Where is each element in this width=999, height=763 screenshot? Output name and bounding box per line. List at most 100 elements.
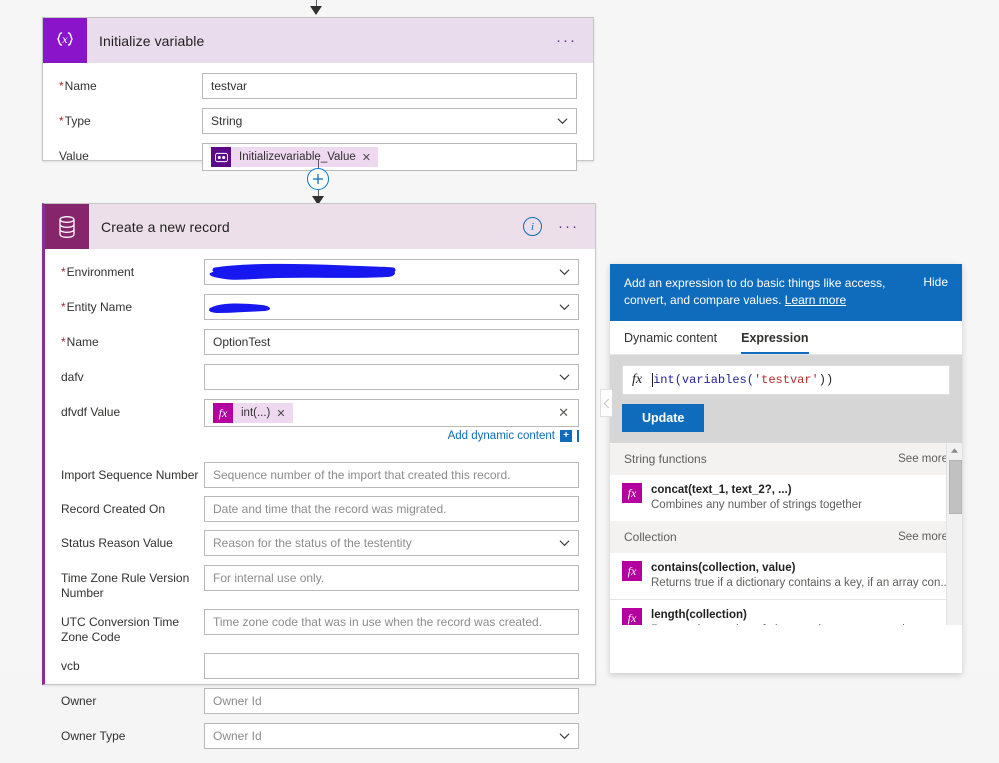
placeholder-text: Owner Id <box>213 729 262 743</box>
add-dynamic-content-link[interactable]: Add dynamic content + <box>204 430 579 442</box>
expression-input[interactable]: fx int(variables('testvar')) <box>622 365 950 395</box>
card-create-a-new-record[interactable]: Create a new record i ··· *Environment *… <box>42 203 596 749</box>
required-asterisk: * <box>61 335 66 349</box>
placeholder-text: Time zone code that was in use when the … <box>213 615 543 629</box>
chevron-down-icon[interactable] <box>557 116 568 127</box>
variable-braces-icon: x <box>43 18 87 63</box>
token-label: int(...) <box>241 407 271 419</box>
more-options-icon[interactable]: ··· <box>556 33 577 48</box>
card-header-actions: ··· <box>556 33 593 48</box>
field-row-record-name: *Name OptionTest <box>61 329 579 355</box>
record-created-on-input[interactable]: Date and time that the record was migrat… <box>204 496 579 522</box>
card-initialize-variable[interactable]: x Initialize variable ··· *Name testvar … <box>42 17 594 171</box>
value-input[interactable]: Initializevariable_Value ✕ <box>202 143 577 171</box>
expression-panel-tabs: Dynamic content Expression <box>610 321 962 355</box>
card-header: Create a new record i ··· <box>45 204 595 249</box>
function-item[interactable]: fx concat(text_1, text_2?, ...) Combines… <box>610 475 962 521</box>
token-remove-icon[interactable]: ✕ <box>276 407 292 420</box>
record-name-input[interactable]: OptionTest <box>204 329 579 355</box>
clear-field-icon[interactable]: ✕ <box>558 405 569 421</box>
card-body: *Environment *Entity Name *Name OptionTe… <box>45 249 595 763</box>
hide-banner-button[interactable]: Hide <box>923 275 948 309</box>
add-step-button[interactable] <box>307 168 329 190</box>
function-list: String functions See more fx concat(text… <box>610 443 962 625</box>
field-wrap: Initializevariable_Value ✕ <box>202 143 577 171</box>
field-row-owner: Owner Owner Id <box>61 688 579 714</box>
more-options-icon[interactable]: ··· <box>558 219 579 234</box>
redaction-mark <box>207 298 277 321</box>
field-label: *Name <box>61 335 99 349</box>
fx-icon: fx <box>213 403 233 423</box>
fx-icon: fx <box>622 561 642 581</box>
field-row-dfvdf-value: dfvdf Value fx int(...) ✕ ✕ Add dynamic … <box>61 399 579 442</box>
chevron-down-icon[interactable] <box>559 372 570 383</box>
arrow-head-icon <box>310 6 322 15</box>
utc-conversion-time-zone-code-input[interactable]: Time zone code that was in use when the … <box>204 609 579 635</box>
name-input[interactable]: testvar <box>202 73 577 99</box>
scrollbar-thumb[interactable] <box>949 460 962 514</box>
field-wrap: testvar <box>202 73 577 99</box>
chevron-down-icon[interactable] <box>559 538 570 549</box>
status-reason-value-select[interactable]: Reason for the status of the testentity <box>204 530 579 556</box>
expression-info-banner: Add an expression to do basic things lik… <box>610 264 962 321</box>
field-row-name: *Name testvar <box>59 73 577 99</box>
type-select[interactable]: String <box>202 108 577 134</box>
vcb-input[interactable] <box>204 653 579 679</box>
function-list-scrollbar[interactable] <box>946 443 962 625</box>
field-label: *Entity Name <box>61 300 133 314</box>
fx-icon: fx <box>632 372 643 387</box>
group-name: Collection <box>624 530 677 544</box>
owner-type-select[interactable]: Owner Id <box>204 723 579 749</box>
expression-token[interactable]: fx int(...) ✕ <box>213 403 293 423</box>
see-more-link[interactable]: See more <box>898 453 948 465</box>
function-description: Returns true if a dictionary contains a … <box>651 577 950 589</box>
field-wrap: For internal use only. <box>204 565 579 591</box>
chevron-down-icon[interactable] <box>559 302 570 313</box>
expression-panel: Add an expression to do basic things lik… <box>600 264 962 673</box>
dafv-select[interactable] <box>204 364 579 390</box>
function-item[interactable]: fx length(collection) Returns the number… <box>610 599 962 625</box>
card-header-actions: i ··· <box>523 217 595 236</box>
svg-text:x: x <box>62 35 68 46</box>
token-remove-icon[interactable]: ✕ <box>362 151 378 164</box>
learn-more-link[interactable]: Learn more <box>785 293 846 307</box>
card-title: Initialize variable <box>99 32 205 49</box>
type-select-value: String <box>211 114 243 128</box>
import-sequence-number-input[interactable]: Sequence number of the import that creat… <box>204 462 579 488</box>
cursor-bar-icon <box>577 430 579 442</box>
see-more-link[interactable]: See more <box>898 531 948 543</box>
field-row-import-sequence-number: Import Sequence Number Sequence number o… <box>61 462 579 488</box>
field-label: *Name <box>59 79 97 93</box>
placeholder-text: Owner Id <box>213 694 262 708</box>
field-row-vcb: vcb <box>61 653 579 679</box>
fx-icon: fx <box>622 608 642 625</box>
scroll-up-icon[interactable] <box>947 443 962 458</box>
banner-text: Add an expression to do basic things lik… <box>624 275 923 309</box>
field-label: Record Created On <box>61 502 166 516</box>
time-zone-rule-version-number-input[interactable]: For internal use only. <box>204 565 579 591</box>
function-item[interactable]: fx contains(collection, value) Returns t… <box>610 553 962 599</box>
function-signature: concat(text_1, text_2?, ...) <box>651 484 792 496</box>
tab-expression[interactable]: Expression <box>741 331 809 354</box>
dfvdf-value-input[interactable]: fx int(...) ✕ ✕ <box>204 399 579 427</box>
expression-fn-part: int(variables( <box>653 373 754 387</box>
environment-select[interactable] <box>204 259 579 285</box>
update-button[interactable]: Update <box>622 404 705 432</box>
connector-top <box>310 0 322 15</box>
field-wrap: fx int(...) ✕ ✕ Add dynamic content + <box>204 399 579 442</box>
field-label: dfvdf Value <box>61 405 121 419</box>
info-icon[interactable]: i <box>523 217 542 236</box>
entity-name-select[interactable] <box>204 294 579 320</box>
banner-message: Add an expression to do basic things lik… <box>624 276 886 307</box>
field-row-utc-conversion-time-zone-code: UTC Conversion Time Zone Code Time zone … <box>61 609 579 645</box>
field-label: Owner <box>61 694 97 708</box>
owner-input[interactable]: Owner Id <box>204 688 579 714</box>
card-title: Create a new record <box>101 218 230 235</box>
chevron-down-icon[interactable] <box>559 267 570 278</box>
chevron-down-icon[interactable] <box>559 731 570 742</box>
field-wrap: OptionTest <box>204 329 579 355</box>
dynamic-content-token[interactable]: Initializevariable_Value ✕ <box>211 147 378 167</box>
panel-collapse-handle[interactable] <box>600 389 612 417</box>
tab-dynamic-content[interactable]: Dynamic content <box>624 331 717 354</box>
plus-square-icon: + <box>560 430 572 442</box>
